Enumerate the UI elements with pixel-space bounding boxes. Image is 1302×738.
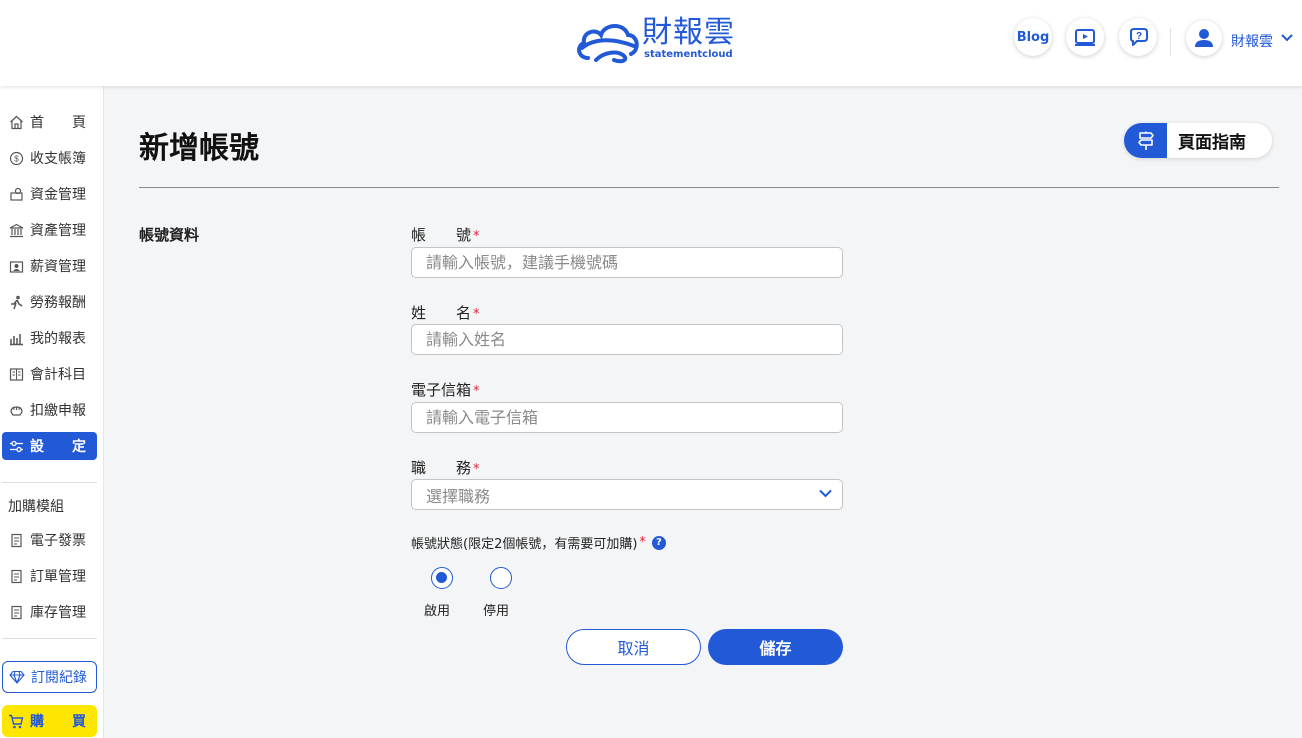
help-button[interactable]: ? (1119, 18, 1157, 56)
home-icon (8, 114, 24, 130)
labor-icon (8, 294, 24, 310)
chat-help-icon: ? (1130, 28, 1148, 46)
status-disable-label: 停用 (483, 604, 510, 619)
fund-icon (8, 186, 24, 202)
required-mark: * (473, 229, 480, 244)
chevron-down-icon (819, 489, 832, 498)
invoice-icon (8, 532, 24, 548)
user-avatar[interactable] (1186, 20, 1222, 56)
signpost-icon (1124, 123, 1167, 158)
account-status-label: 帳號狀態(限定2個帳號，有需要可加購) * ? (411, 533, 666, 552)
subscription-record-button[interactable]: 訂閱紀錄 (2, 661, 97, 693)
coin-icon: $ (8, 150, 24, 166)
user-icon (1195, 29, 1213, 47)
user-name[interactable]: 財報雲 (1231, 31, 1273, 51)
payroll-icon (8, 258, 24, 274)
help-question-icon[interactable]: ? (651, 535, 666, 550)
required-mark: * (473, 307, 480, 322)
sidebar-item-einvoice[interactable]: 電子發票 (2, 526, 97, 554)
addon-section-title: 加購模組 (8, 499, 64, 515)
sidebar-item-settings[interactable]: 設 定 (2, 432, 97, 460)
video-icon (1075, 29, 1095, 46)
sidebar-item-payroll[interactable]: 薪資管理 (2, 252, 97, 280)
order-icon (8, 568, 24, 584)
status-enable-label: 啟用 (424, 604, 451, 619)
page-guide-button[interactable]: 頁面指南 (1124, 123, 1272, 158)
save-button[interactable]: 儲存 (708, 629, 843, 665)
brand-name-cn: 財報雲 (642, 15, 735, 50)
required-mark: * (639, 535, 646, 550)
title-divider (139, 187, 1279, 188)
role-label: 職 務 * (411, 459, 480, 477)
sidebar-item-accounts[interactable]: 會計科目 (2, 360, 97, 388)
video-button[interactable] (1066, 18, 1104, 56)
inventory-icon (8, 604, 24, 620)
page-title: 新增帳號 (139, 131, 259, 166)
email-label: 電子信箱 * (411, 381, 480, 399)
sidebar-item-orders[interactable]: 訂單管理 (2, 562, 97, 590)
sidebar-item-inventory[interactable]: 庫存管理 (2, 598, 97, 626)
sidebar-item-funds[interactable]: 資金管理 (2, 180, 97, 208)
account-label: 帳 號 * (411, 226, 480, 244)
ledger-icon (8, 366, 24, 382)
brand-name-en: statementcloud (644, 49, 733, 60)
sidebar-item-reports[interactable]: 我的報表 (2, 324, 97, 352)
name-input[interactable] (411, 324, 843, 355)
required-mark: * (473, 384, 480, 399)
sidebar-item-assets[interactable]: 資產管理 (2, 216, 97, 244)
blog-button[interactable]: Blog (1014, 18, 1052, 56)
header-divider (1170, 28, 1171, 56)
name-label: 姓 名 * (411, 304, 480, 322)
required-mark: * (473, 462, 480, 477)
sidebar-item-withholding[interactable]: 扣繳申報 (2, 396, 97, 424)
role-select-placeholder: 選擇職務 (426, 486, 491, 506)
svg-text:?: ? (1136, 31, 1142, 42)
role-select[interactable]: 選擇職務 (411, 479, 843, 510)
sidebar-item-labor[interactable]: 勞務報酬 (2, 288, 97, 316)
buy-button[interactable]: 購 買 (2, 705, 97, 737)
tax-icon (8, 402, 24, 418)
cloud-logo-icon (577, 24, 639, 64)
sidebar-item-ledger[interactable]: $ 收支帳簿 (2, 144, 97, 172)
cart-icon (8, 714, 24, 729)
chevron-down-icon[interactable] (1281, 34, 1293, 42)
svg-text:$: $ (14, 154, 19, 163)
chart-icon (8, 330, 24, 346)
sidebar: 首 頁 $ 收支帳簿 資金管理 資產管理 薪資管理 勞務報酬 我的報表 會計科目… (0, 86, 104, 738)
top-header: 財報雲 statementcloud Blog ? 財報雲 (0, 0, 1302, 86)
diamond-icon (9, 670, 25, 684)
sidebar-item-home[interactable]: 首 頁 (2, 108, 97, 136)
sidebar-divider (2, 482, 97, 483)
bank-icon (8, 222, 24, 238)
status-enable-radio[interactable] (431, 567, 453, 589)
brand-logo[interactable]: 財報雲 statementcloud (574, 16, 735, 66)
page-guide-label: 頁面指南 (1178, 133, 1246, 153)
status-disable-radio[interactable] (490, 567, 512, 589)
section-label: 帳號資料 (139, 226, 200, 244)
email-input[interactable] (411, 402, 843, 433)
settings-icon (8, 438, 24, 454)
account-input[interactable] (411, 247, 843, 278)
sidebar-divider (2, 638, 97, 639)
cancel-button[interactable]: 取消 (566, 629, 701, 665)
